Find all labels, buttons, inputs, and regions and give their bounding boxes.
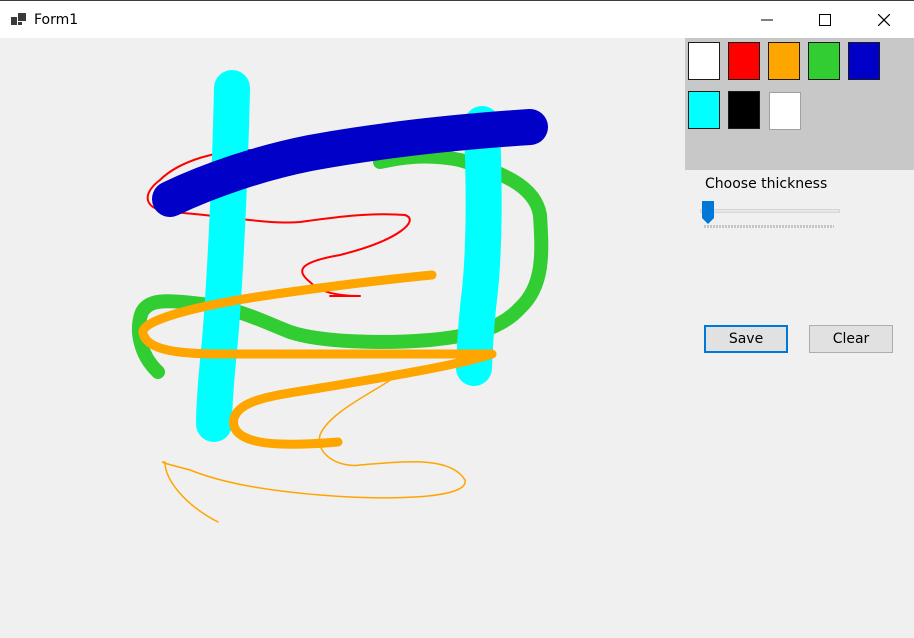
minimize-icon: [761, 14, 773, 26]
winforms-app-icon: [11, 11, 27, 27]
swatch-red[interactable]: [728, 42, 760, 80]
thickness-slider[interactable]: [698, 198, 844, 232]
slider-track[interactable]: [700, 209, 840, 213]
minimize-button[interactable]: [738, 1, 796, 38]
slider-thumb[interactable]: [702, 201, 714, 225]
app-window: Form1 Choose thickness Save Clear: [0, 0, 914, 638]
stroke-cyan-left: [196, 70, 250, 442]
maximize-button[interactable]: [796, 1, 854, 38]
swatch-black[interactable]: [728, 91, 760, 129]
color-palette: [685, 38, 914, 170]
title-bar[interactable]: Form1: [0, 0, 914, 38]
swatch-orange[interactable]: [768, 42, 800, 80]
slider-ticks: [704, 225, 834, 228]
swatch-green[interactable]: [808, 42, 840, 80]
close-icon: [878, 13, 890, 26]
window-title: Form1: [34, 12, 79, 28]
maximize-icon: [819, 13, 831, 26]
stroke-cyan-right: [456, 106, 502, 386]
close-button[interactable]: [855, 1, 913, 38]
swatch-white-2[interactable]: [769, 92, 801, 130]
clear-button[interactable]: Clear: [809, 325, 893, 353]
save-button[interactable]: Save: [704, 325, 788, 353]
swatch-white[interactable]: [688, 42, 720, 80]
swatch-cyan[interactable]: [688, 91, 720, 129]
swatch-blue[interactable]: [848, 42, 880, 80]
thickness-label: Choose thickness: [705, 176, 828, 192]
